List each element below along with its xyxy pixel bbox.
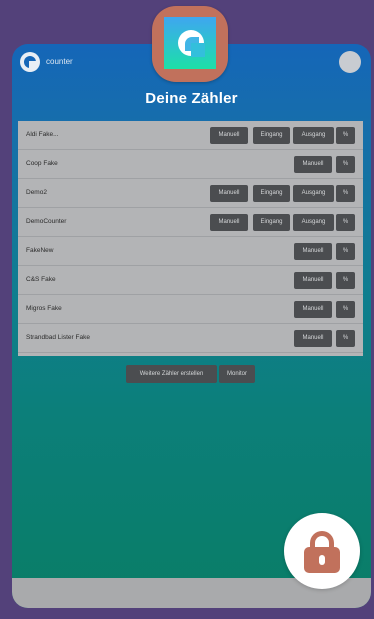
counter-table: Aldi Fake... Manuell Eingang Ausgang % C… xyxy=(18,121,363,356)
percent-button[interactable]: % xyxy=(336,127,355,144)
exit-button[interactable]: Ausgang xyxy=(293,214,334,231)
percent-button[interactable]: % xyxy=(336,330,355,347)
counter-logo-small-icon[interactable] xyxy=(20,52,40,72)
manual-button[interactable]: Manuell xyxy=(294,156,332,173)
manual-button[interactable]: Manuell xyxy=(210,185,248,202)
counter-name: Demo2 xyxy=(26,189,47,196)
counter-logo-icon xyxy=(152,6,228,82)
exit-button[interactable]: Ausgang xyxy=(293,185,334,202)
lock-button[interactable] xyxy=(284,513,360,589)
entry-button[interactable]: Eingang xyxy=(253,127,290,144)
manual-button[interactable]: Manuell xyxy=(294,272,332,289)
table-row: C&S Fake Manuell % xyxy=(18,266,363,295)
entry-button[interactable]: Eingang xyxy=(253,185,290,202)
manual-button[interactable]: Manuell xyxy=(294,243,332,260)
monitor-button[interactable]: Monitor xyxy=(219,365,255,383)
percent-button[interactable]: % xyxy=(336,214,355,231)
create-counter-button[interactable]: Weitere Zähler erstellen xyxy=(126,365,217,383)
table-row: FakeNew Manuell % xyxy=(18,237,363,266)
avatar[interactable] xyxy=(339,51,361,73)
counter-name: Coop Fake xyxy=(26,160,58,167)
table-row: Migros Fake Manuell % xyxy=(18,295,363,324)
counter-name: Aldi Fake... xyxy=(26,131,59,138)
table-row: DemoCounter Manuell Eingang Ausgang % xyxy=(18,208,363,237)
entry-button[interactable]: Eingang xyxy=(253,214,290,231)
table-row: Strandbad Lister Fake Manuell % xyxy=(18,324,363,353)
percent-button[interactable]: % xyxy=(336,272,355,289)
table-row: Coop Fake Manuell % xyxy=(18,150,363,179)
percent-button[interactable]: % xyxy=(336,185,355,202)
page-title: Deine Zähler xyxy=(145,90,238,107)
counter-name: FakeNew xyxy=(26,247,54,254)
counter-name: DemoCounter xyxy=(26,218,67,225)
manual-button[interactable]: Manuell xyxy=(210,214,248,231)
exit-button[interactable]: Ausgang xyxy=(293,127,334,144)
percent-button[interactable]: % xyxy=(336,301,355,318)
manual-button[interactable]: Manuell xyxy=(210,127,248,144)
percent-button[interactable]: % xyxy=(336,243,355,260)
table-row: Demo2 Manuell Eingang Ausgang % xyxy=(18,179,363,208)
counter-name: Strandbad Lister Fake xyxy=(26,334,90,341)
manual-button[interactable]: Manuell xyxy=(294,330,332,347)
brand-name: counter xyxy=(46,57,73,66)
percent-button[interactable]: % xyxy=(336,156,355,173)
counter-name: C&S Fake xyxy=(26,276,56,283)
table-row: Aldi Fake... Manuell Eingang Ausgang % xyxy=(18,121,363,150)
counter-name: Migros Fake xyxy=(26,305,62,312)
manual-button[interactable]: Manuell xyxy=(294,301,332,318)
